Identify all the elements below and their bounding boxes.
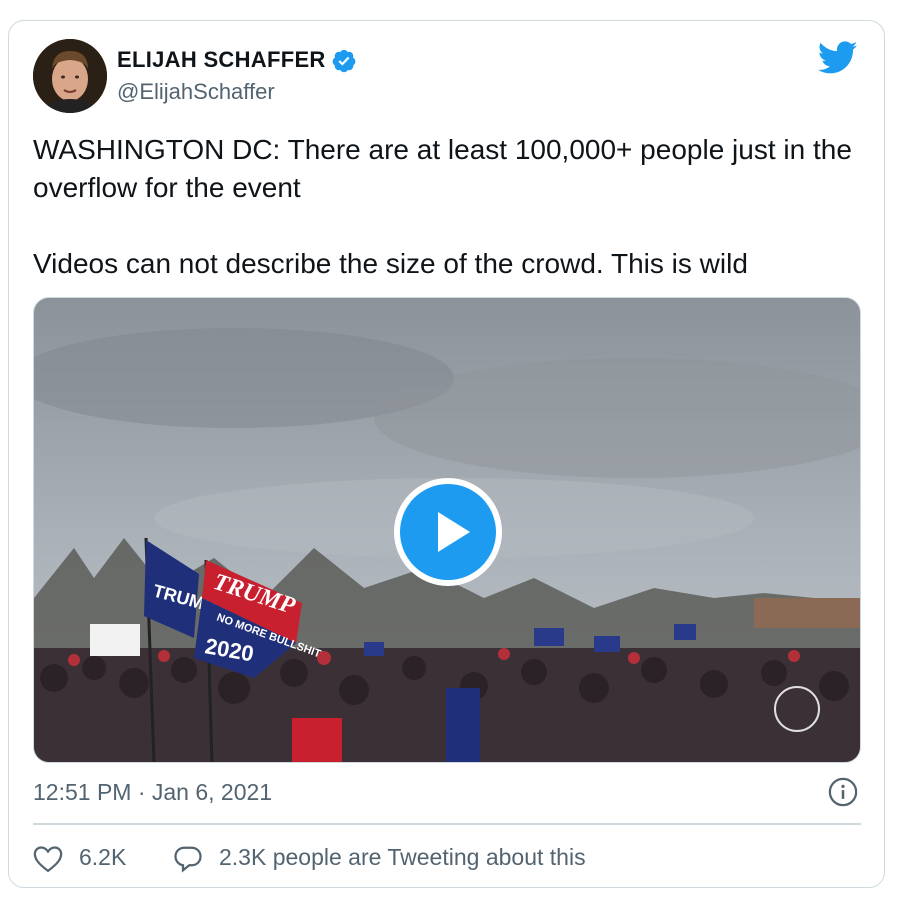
tweet-text: WASHINGTON DC: There are at least 100,00… <box>33 131 863 283</box>
video-type-icon <box>774 686 820 732</box>
twitter-bird-icon[interactable] <box>818 41 858 75</box>
tweet-line-1: WASHINGTON DC: There are at least 100,00… <box>33 134 852 203</box>
author-handle[interactable]: @ElijahSchaffer <box>117 79 275 105</box>
tweeting-about-this-link[interactable]: 2.3K people are Tweeting about this <box>219 844 586 871</box>
author-name[interactable]: ELIJAH SCHAFFER <box>117 47 326 73</box>
video-thumbnail[interactable]: TRUMP TRUMP NO MORE BULLSHIT 2020 <box>33 297 861 763</box>
reply-icon[interactable] <box>173 844 203 874</box>
play-button[interactable] <box>394 478 502 586</box>
verified-badge-icon <box>332 49 356 73</box>
tweet-card: ELIJAH SCHAFFER @ElijahSchaffer WASHINGT… <box>8 20 885 888</box>
play-icon <box>438 512 470 552</box>
like-count[interactable]: 6.2K <box>79 844 126 871</box>
divider <box>33 823 861 825</box>
tweet-timestamp[interactable]: 12:51 PM · Jan 6, 2021 <box>33 779 272 806</box>
avatar[interactable] <box>33 39 107 113</box>
info-icon[interactable] <box>828 777 858 807</box>
tweet-line-2: Videos can not describe the size of the … <box>33 248 748 279</box>
heart-icon[interactable] <box>33 845 63 873</box>
